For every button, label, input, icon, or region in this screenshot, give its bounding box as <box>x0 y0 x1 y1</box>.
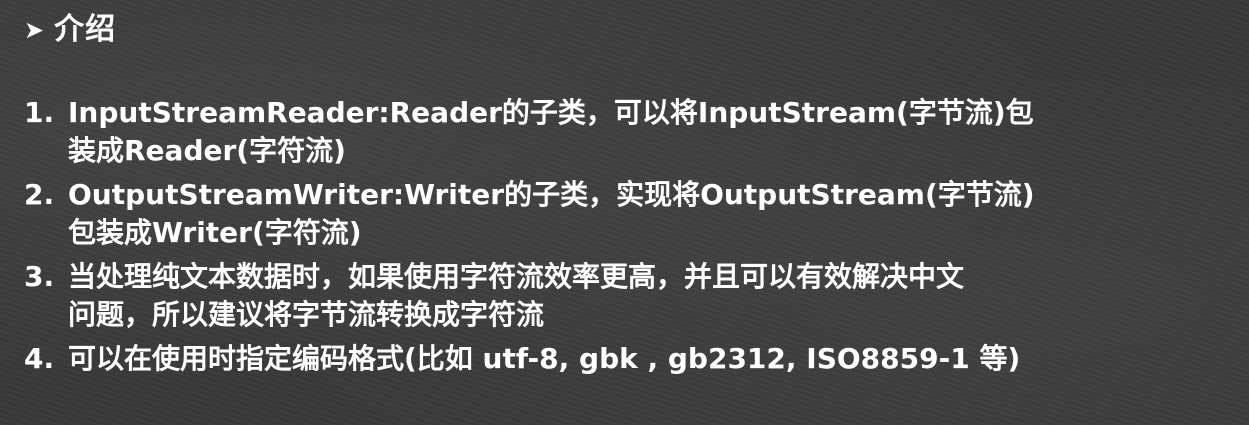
list-item-number: 3. <box>24 260 55 293</box>
list-item: 1. InputStreamReader:Reader的子类，可以将InputS… <box>24 94 1234 170</box>
list-item-number: 1. <box>24 96 55 129</box>
list-item-text: 可以在使用时指定编码格式(比如 utf-8, gbk , gb2312, ISO… <box>68 340 1234 378</box>
list-item-line: 问题，所以建议将字节流转换成字符流 <box>68 298 545 331</box>
list-item-line: InputStreamReader:Reader的子类，可以将InputStre… <box>68 96 1034 129</box>
slide: ➤ 介绍 1. InputStreamReader:Reader的子类，可以将I… <box>0 0 1249 425</box>
list-item-text: OutputStreamWriter:Writer的子类，实现将OutputSt… <box>68 176 1234 252</box>
heading-title: 介绍 <box>54 12 117 47</box>
list-item-line: 可以在使用时指定编码格式(比如 utf-8, gbk , gb2312, ISO… <box>68 342 1021 375</box>
section-heading: ➤ 介绍 <box>24 10 116 50</box>
list-item-text: InputStreamReader:Reader的子类，可以将InputStre… <box>68 94 1234 170</box>
triangle-right-icon: ➤ <box>24 16 45 44</box>
numbered-list: 1. InputStreamReader:Reader的子类，可以将InputS… <box>24 94 1234 384</box>
list-item-line: OutputStreamWriter:Writer的子类，实现将OutputSt… <box>68 178 1035 211</box>
list-item-number: 4. <box>24 342 55 375</box>
list-item-number: 2. <box>24 178 55 211</box>
list-item-line: 装成Reader(字符流) <box>68 134 346 167</box>
list-item-line: 包装成Writer(字符流) <box>68 216 362 249</box>
list-item: 4. 可以在使用时指定编码格式(比如 utf-8, gbk , gb2312, … <box>24 340 1234 378</box>
list-item-line: 当处理纯文本数据时，如果使用字符流效率更高，并且可以有效解决中文 <box>68 260 965 293</box>
list-item: 2. OutputStreamWriter:Writer的子类，实现将Outpu… <box>24 176 1234 252</box>
list-item: 3. 当处理纯文本数据时，如果使用字符流效率更高，并且可以有效解决中文 问题，所… <box>24 258 1234 334</box>
list-item-text: 当处理纯文本数据时，如果使用字符流效率更高，并且可以有效解决中文 问题，所以建议… <box>68 258 1234 334</box>
